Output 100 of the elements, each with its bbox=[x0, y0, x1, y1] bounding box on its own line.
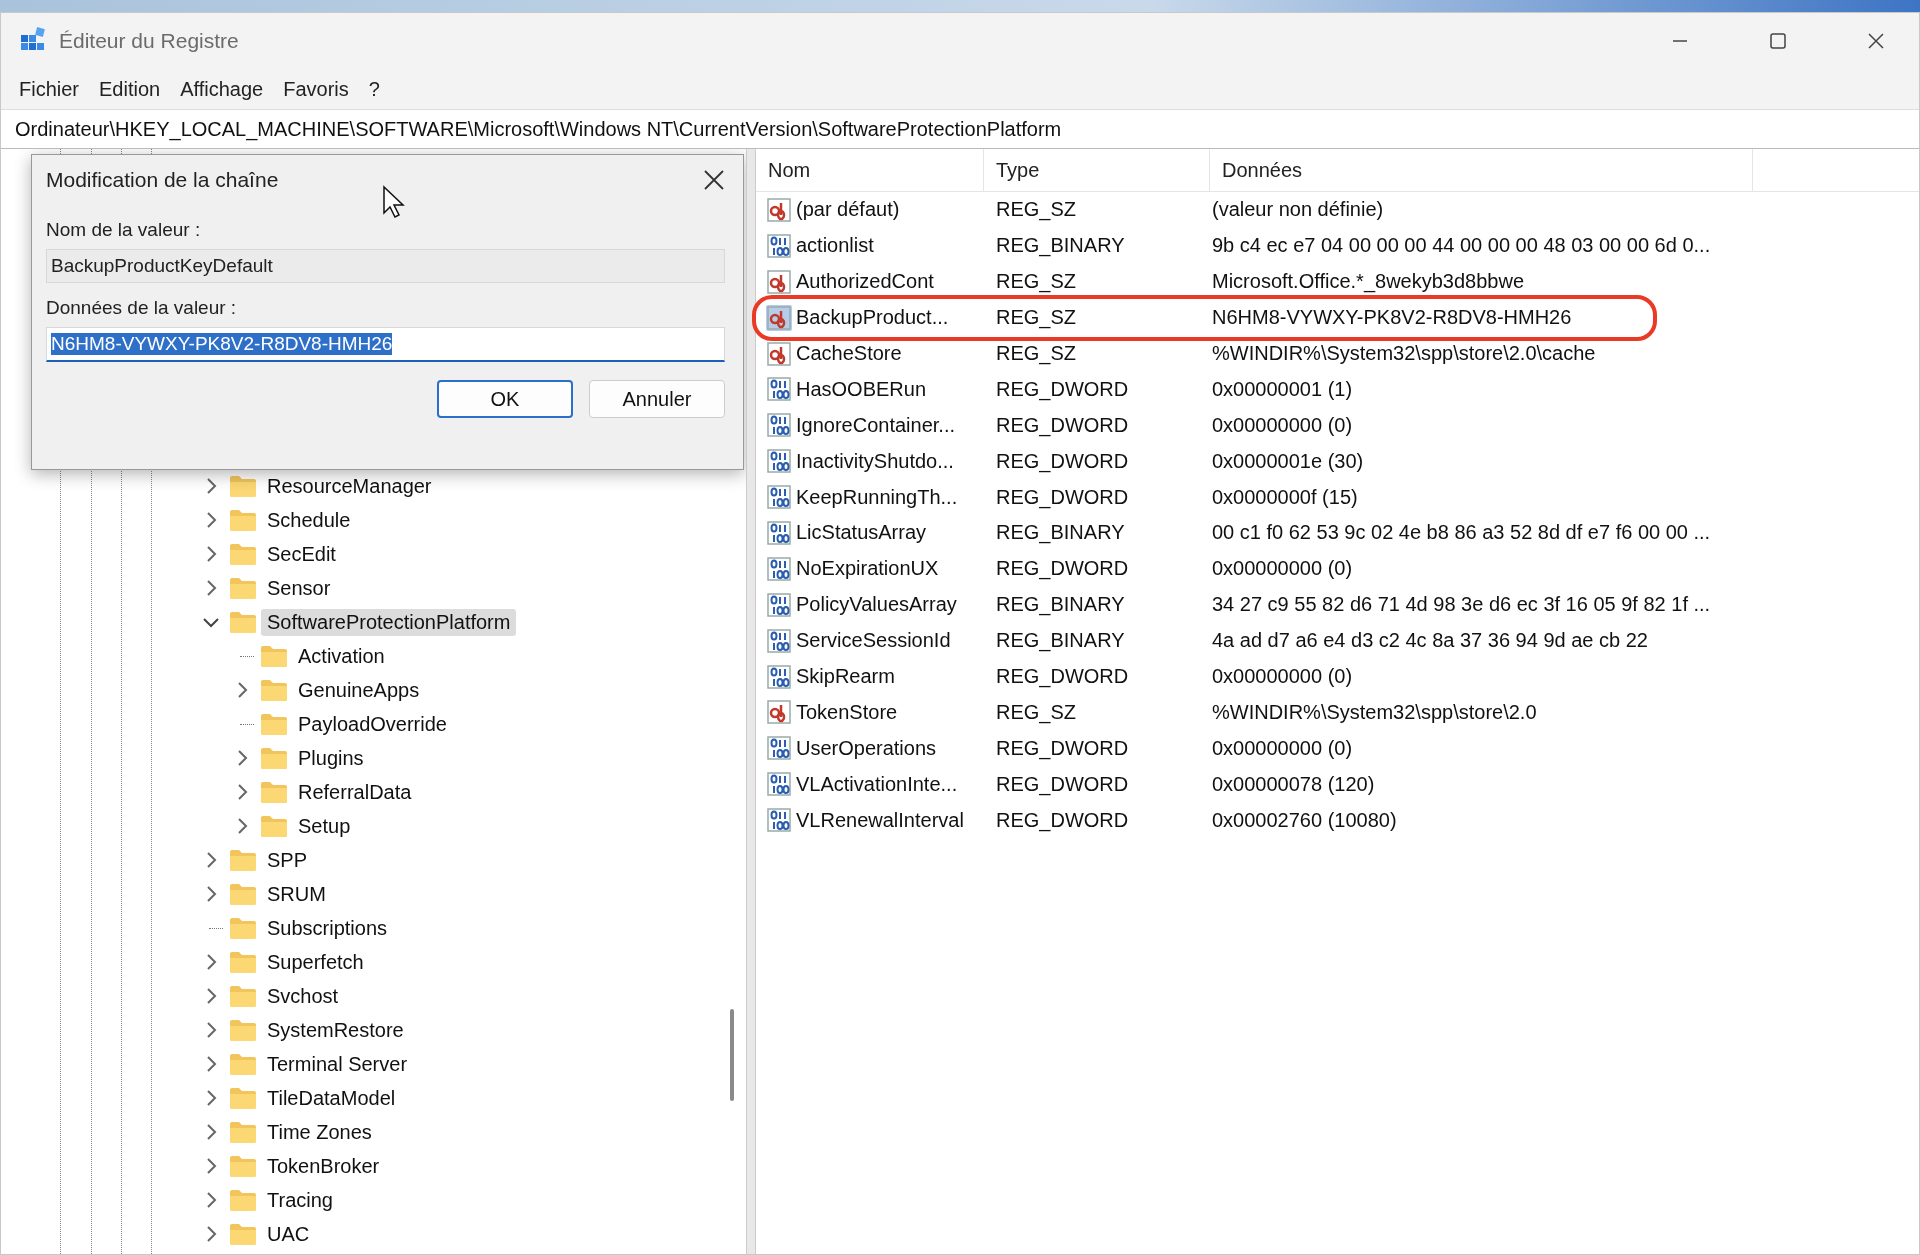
address-bar[interactable]: Ordinateur\HKEY_LOCAL_MACHINE\SOFTWARE\Microsoft\Windows NT\CurrentVersion\SoftwareProtectionPlatform bbox=[1, 109, 1919, 149]
tree-item[interactable]: Terminal Server bbox=[261, 1050, 414, 1078]
value-data: 34 27 c9 55 82 d6 71 4d 98 3e d6 ec 3f 16 05 9f 82 1f ... bbox=[1211, 593, 1711, 617]
cursor-icon bbox=[382, 185, 406, 219]
value-type: REG_SZ bbox=[995, 700, 1078, 724]
value-name[interactable]: VLActivationInte... bbox=[796, 772, 958, 796]
tree-item[interactable]: SPP bbox=[261, 846, 314, 874]
tree-item[interactable]: SecEdit bbox=[261, 540, 342, 568]
value-type: REG_SZ bbox=[995, 342, 1078, 365]
folder-icon bbox=[229, 1052, 257, 1076]
value-name[interactable]: BackupProduct... bbox=[796, 306, 949, 330]
tree-item[interactable]: Tracing bbox=[261, 1186, 339, 1214]
value-data-field[interactable]: N6HM8-VYWXY-PK8V2-R8DV8-HMH26 bbox=[46, 327, 725, 362]
tree-item[interactable]: SoftwareProtectionPlatform bbox=[261, 608, 517, 636]
tree-item[interactable]: UAC bbox=[261, 1220, 316, 1248]
value-name[interactable]: (par défaut) bbox=[796, 198, 900, 222]
folder-icon bbox=[229, 1188, 257, 1212]
menu-item[interactable]: Favoris bbox=[273, 73, 359, 105]
value-type: REG_DWORD bbox=[995, 665, 1130, 688]
value-name[interactable]: KeepRunningTh... bbox=[796, 485, 958, 509]
value-type: REG_BINARY bbox=[995, 593, 1126, 617]
value-data: 0x00000001 (1) bbox=[1211, 377, 1353, 401]
dialog-title: Modification de la chaîne bbox=[46, 168, 279, 192]
menu-item[interactable]: Edition bbox=[89, 73, 171, 105]
value-name[interactable]: LicStatusArray bbox=[796, 521, 927, 545]
tree-item[interactable]: TokenBroker bbox=[261, 1152, 386, 1180]
value-name[interactable]: PolicyValuesArray bbox=[796, 593, 957, 617]
value-data: 0x00000000 (0) bbox=[1211, 557, 1353, 581]
value-type: REG_DWORD bbox=[995, 413, 1130, 437]
folder-icon bbox=[260, 780, 288, 804]
folder-icon bbox=[229, 576, 257, 600]
column-header[interactable]: Type bbox=[984, 149, 1210, 191]
tree-item[interactable]: Superfetch bbox=[261, 948, 370, 976]
value-type: REG_DWORD bbox=[995, 557, 1130, 581]
tree-item[interactable]: Sensor bbox=[261, 574, 337, 602]
tree-item[interactable]: SRUM bbox=[261, 880, 332, 908]
folder-icon bbox=[229, 1222, 257, 1246]
value-name[interactable]: AuthorizedCont bbox=[796, 270, 934, 294]
tree-item[interactable]: Subscriptions bbox=[261, 914, 394, 942]
tree-item[interactable]: Activation bbox=[292, 642, 391, 670]
tree-item[interactable]: Svchost bbox=[261, 982, 345, 1010]
column-header[interactable]: Données bbox=[1210, 149, 1753, 191]
value-data: 9b c4 ec e7 04 00 00 00 44 00 00 00 48 03 00 00 6d 0... bbox=[1211, 234, 1711, 258]
tree-item[interactable]: Time Zones bbox=[261, 1118, 378, 1146]
value-name-field[interactable]: BackupProductKeyDefault bbox=[46, 249, 725, 283]
tree-item[interactable]: SystemRestore bbox=[261, 1016, 410, 1044]
value-data: %WINDIR%\System32\spp\store\2.0\cache bbox=[1211, 342, 1596, 365]
value-name[interactable]: InactivityShutdo... bbox=[796, 449, 954, 473]
folder-icon bbox=[229, 474, 257, 498]
value-data: 0x0000001e (30) bbox=[1211, 449, 1364, 473]
close-icon[interactable] bbox=[703, 169, 725, 191]
value-type: REG_SZ bbox=[995, 198, 1078, 222]
tree-item[interactable]: PayloadOverride bbox=[292, 710, 453, 738]
value-name[interactable]: ServiceSessionId bbox=[796, 629, 951, 653]
column-header[interactable]: Nom bbox=[756, 149, 984, 191]
value-data: 00 c1 f0 62 53 9c 02 4e b8 86 a3 52 8d df e7 f6 00 00 ... bbox=[1211, 521, 1711, 545]
value-data: 0x00000000 (0) bbox=[1211, 665, 1353, 688]
tree-item[interactable]: TileDataModel bbox=[261, 1084, 402, 1112]
value-type: REG_BINARY bbox=[995, 521, 1126, 545]
value-data: 0x00000000 (0) bbox=[1211, 413, 1353, 437]
window-title: Éditeur du Registre bbox=[59, 29, 240, 53]
folder-icon bbox=[260, 814, 288, 838]
scrollbar-thumb[interactable] bbox=[730, 1009, 734, 1101]
value-type: REG_SZ bbox=[995, 270, 1078, 294]
folder-icon bbox=[260, 746, 288, 770]
value-data: 0x00002760 (10080) bbox=[1211, 808, 1397, 832]
value-name[interactable]: VLRenewalInterval bbox=[796, 808, 964, 832]
value-name[interactable]: CacheStore bbox=[796, 342, 902, 365]
tree-item[interactable]: Schedule bbox=[261, 506, 357, 534]
tree-item[interactable]: ReferralData bbox=[292, 778, 418, 806]
folder-icon bbox=[229, 610, 257, 634]
value-name[interactable]: actionlist bbox=[796, 234, 874, 258]
menu-item[interactable]: Fichier bbox=[9, 73, 89, 105]
folder-icon bbox=[229, 1154, 257, 1178]
value-name[interactable]: TokenStore bbox=[796, 700, 898, 724]
folder-icon bbox=[229, 882, 257, 906]
value-type: REG_DWORD bbox=[995, 377, 1130, 401]
folder-icon bbox=[229, 508, 257, 532]
value-data: N6HM8-VYWXY-PK8V2-R8DV8-HMH26 bbox=[1211, 306, 1572, 330]
tree-item[interactable]: Setup bbox=[292, 812, 357, 840]
folder-icon bbox=[229, 848, 257, 872]
value-name[interactable]: SkipRearm bbox=[796, 665, 895, 688]
value-name[interactable]: NoExpirationUX bbox=[796, 557, 939, 581]
folder-icon bbox=[229, 1018, 257, 1042]
tree-item[interactable]: GenuineApps bbox=[292, 676, 426, 704]
value-data: 0x00000000 (0) bbox=[1211, 736, 1353, 760]
menu-item[interactable]: ? bbox=[358, 73, 390, 105]
value-type: REG_DWORD bbox=[995, 485, 1130, 509]
value-type: REG_DWORD bbox=[995, 449, 1130, 473]
value-name[interactable]: HasOOBERun bbox=[796, 377, 927, 401]
ok-button[interactable]: OK bbox=[437, 380, 573, 418]
menu-item[interactable]: Affichage bbox=[170, 73, 274, 105]
tree-item[interactable]: ResourceManager bbox=[261, 472, 438, 500]
cancel-button[interactable]: Annuler bbox=[589, 380, 725, 418]
folder-icon bbox=[229, 950, 257, 974]
folder-icon bbox=[260, 644, 288, 668]
tree-item[interactable]: Plugins bbox=[292, 744, 370, 772]
value-name[interactable]: IgnoreContainer... bbox=[796, 413, 955, 437]
value-data: 0x0000000f (15) bbox=[1211, 485, 1358, 509]
value-name[interactable]: UserOperations bbox=[796, 736, 937, 760]
